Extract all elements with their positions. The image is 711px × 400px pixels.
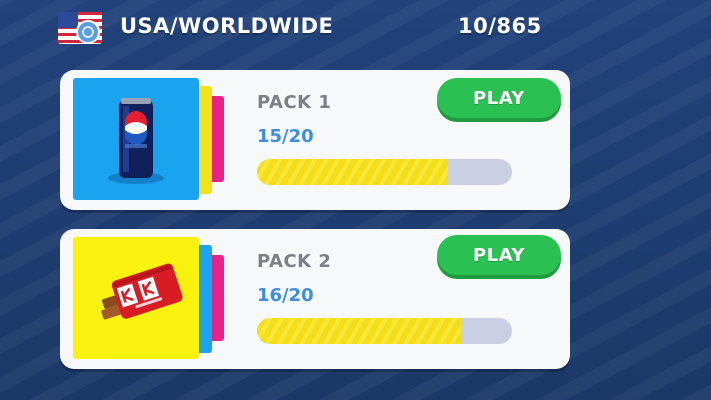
header: USA/WORLDWIDE 10/865	[0, 0, 711, 56]
play-button[interactable]: PLAY	[437, 78, 561, 118]
region-title: USA/WORLDWIDE	[120, 14, 334, 38]
pack-progress-text: 16/20	[257, 285, 314, 306]
play-button[interactable]: PLAY	[437, 235, 561, 275]
pack-progress-fill	[257, 159, 449, 185]
pack-progress-text: 15/20	[257, 126, 314, 147]
pack-card-2[interactable]: PACK 2 16/20 PLAY	[60, 229, 570, 369]
pack-cover	[73, 237, 199, 359]
pack-title: PACK 1	[257, 92, 332, 113]
pack-cover	[73, 78, 199, 200]
usa-un-flag-icon	[58, 10, 102, 46]
total-progress-count: 10/865	[458, 14, 542, 38]
pack-progress-bar	[257, 318, 512, 344]
pack-progress-bar	[257, 159, 512, 185]
pack-card-1[interactable]: PACK 1 15/20 PLAY	[60, 70, 570, 210]
pack-title: PACK 2	[257, 251, 332, 272]
pack-progress-fill	[257, 318, 461, 344]
